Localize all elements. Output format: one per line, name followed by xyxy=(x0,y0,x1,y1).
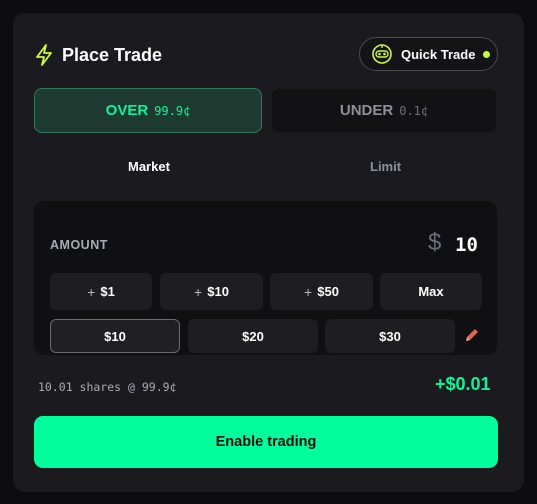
potential-gain: +$0.01 xyxy=(435,374,491,394)
tab-limit[interactable]: Limit xyxy=(370,159,401,174)
plus-sign: + xyxy=(87,283,96,300)
chip-label: $50 xyxy=(317,284,339,299)
over-button[interactable]: OVER 99.9¢ xyxy=(34,88,262,133)
add-50-button[interactable]: + $50 xyxy=(270,273,373,310)
over-label: OVER xyxy=(105,102,149,119)
amount-input[interactable] xyxy=(455,234,491,256)
under-price: 0.1¢ xyxy=(399,103,429,118)
chip-label: $30 xyxy=(379,328,401,344)
amount-label: AMOUNT xyxy=(50,238,108,252)
currency-symbol: $ xyxy=(428,229,442,256)
add-1-button[interactable]: + $1 xyxy=(50,273,152,310)
plus-sign: + xyxy=(194,283,203,300)
preset-10-button[interactable]: $10 xyxy=(50,319,180,353)
amount-box: AMOUNT $ + $1 + $10 + $50 Max $10 $20 $3… xyxy=(34,201,497,355)
quick-trade-button[interactable]: Quick Trade xyxy=(359,37,498,71)
tab-market[interactable]: Market xyxy=(128,159,170,174)
status-dot xyxy=(483,50,491,58)
quick-trade-label: Quick Trade xyxy=(401,46,476,62)
chip-label: $1 xyxy=(100,284,115,299)
panel-header: Place Trade Quick Trade xyxy=(13,13,524,93)
lightning-bolt-icon xyxy=(36,44,52,66)
place-trade-panel: Place Trade Quick Trade OVER 99.9¢ UNDER… xyxy=(13,13,524,492)
max-button[interactable]: Max xyxy=(380,273,482,310)
under-label: UNDER xyxy=(339,102,394,119)
pencil-icon[interactable] xyxy=(464,327,480,343)
robot-face-icon xyxy=(372,44,392,64)
chip-label: $10 xyxy=(104,328,126,344)
under-button[interactable]: UNDER 0.1¢ xyxy=(271,88,497,133)
preset-30-button[interactable]: $30 xyxy=(325,319,455,353)
enable-trading-button[interactable]: Enable trading xyxy=(34,416,498,468)
shares-summary: 10.01 shares @ 99.9¢ xyxy=(38,380,177,394)
chip-label: $10 xyxy=(207,284,229,299)
page-title: Place Trade xyxy=(62,45,163,65)
add-10-button[interactable]: + $10 xyxy=(160,273,263,310)
preset-20-button[interactable]: $20 xyxy=(188,319,318,353)
plus-sign: + xyxy=(304,283,313,300)
over-price: 99.9¢ xyxy=(154,103,191,118)
chip-label: Max xyxy=(418,284,444,299)
chip-label: $20 xyxy=(242,328,264,344)
